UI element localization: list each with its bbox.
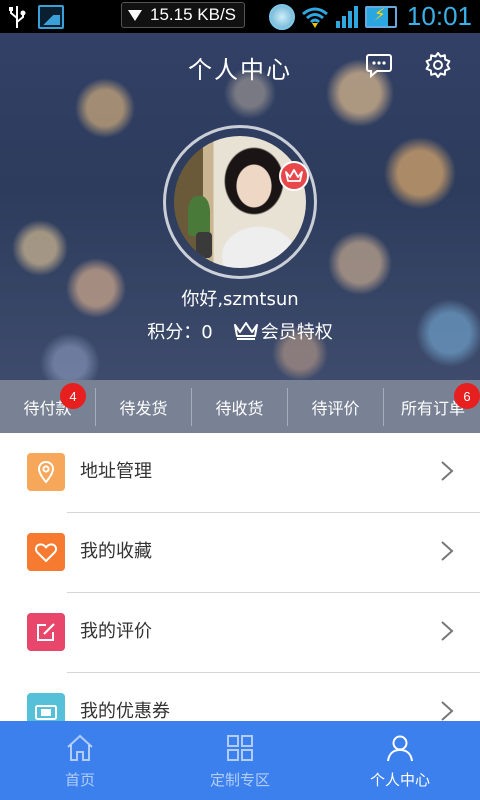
chevron-right-icon (441, 461, 454, 481)
menu-item-favorites[interactable]: 我的收藏 (0, 513, 480, 593)
location-pin-icon (27, 453, 65, 491)
tab-pending-payment[interactable]: 待付款 4 (0, 380, 95, 433)
profile-header: 个人中心 你好,szmtsun 积分：0 会员特权 (0, 33, 480, 380)
nav-label: 个人中心 (369, 771, 430, 789)
menu-item-reviews[interactable]: 我的评价 (0, 593, 480, 673)
gear-icon (425, 52, 451, 78)
nav-label: 定制专区 (209, 771, 270, 789)
chat-bubble-icon (366, 54, 392, 79)
order-status-bar: 待付款 4 待发货 待收货 待评价 所有订单 6 (0, 380, 480, 433)
points-row: 积分：0 会员特权 (0, 318, 480, 344)
status-bar: 15.15 KB/S 10:01 (0, 0, 480, 33)
status-left (6, 4, 64, 30)
tab-pending-shipment[interactable]: 待发货 (96, 380, 191, 433)
gallery-icon (38, 5, 64, 29)
wifi-icon (301, 7, 328, 28)
usb-icon (9, 6, 26, 28)
tab-pending-receipt[interactable]: 待收货 (192, 380, 287, 433)
menu-item-label: 我的收藏 (80, 541, 152, 562)
tab-label: 待评价 (311, 398, 360, 418)
menu-item-label: 地址管理 (80, 461, 152, 482)
bottom-navigation: 首页 定制专区 个人中心 (0, 721, 480, 800)
message-button[interactable] (365, 51, 393, 79)
home-icon (67, 734, 93, 761)
nav-custom-zone[interactable]: 定制专区 (160, 721, 320, 800)
clock-time: 10:01 (406, 1, 472, 31)
vip-label: 会员特权 (260, 322, 333, 343)
nav-label: 首页 (64, 771, 95, 789)
crown-icon (285, 169, 303, 182)
avatar[interactable] (174, 136, 306, 268)
vip-crown-badge (279, 161, 309, 191)
username-greeting: 你好,szmtsun (181, 289, 299, 310)
user-icon (387, 735, 413, 762)
tab-label: 待收货 (215, 398, 264, 418)
nav-profile[interactable]: 个人中心 (320, 721, 480, 800)
menu-list: 地址管理 我的收藏 我的评价 我的优惠券 (0, 433, 480, 753)
vip-privileges-link[interactable]: 会员特权 (233, 318, 333, 344)
battery-icon (364, 5, 397, 28)
crown-outline-icon (233, 322, 258, 340)
count-badge: 6 (454, 383, 480, 409)
chevron-right-icon (441, 621, 454, 641)
settings-button[interactable] (424, 51, 452, 79)
edit-icon (27, 613, 65, 651)
menu-item-address[interactable]: 地址管理 (0, 433, 480, 513)
chevron-right-icon (441, 701, 454, 721)
count-badge: 4 (60, 383, 86, 409)
menu-item-label: 我的评价 (80, 621, 152, 642)
grid-icon (227, 735, 253, 761)
net-speed: 15.15 KB/S (121, 2, 246, 28)
tab-label: 待发货 (119, 398, 168, 418)
heart-icon (27, 533, 65, 571)
net-speed-text: 15.15 KB/S (150, 5, 237, 24)
signal-icon (335, 5, 358, 28)
points-text: 积分：0 (147, 322, 213, 343)
wifi-down-icon (128, 9, 142, 21)
tab-pending-review[interactable]: 待评价 (288, 380, 383, 433)
tab-all-orders[interactable]: 所有订单 6 (384, 380, 480, 433)
chevron-right-icon (441, 541, 454, 561)
page-title: 个人中心 (188, 56, 292, 84)
alarm-clock-icon (268, 3, 295, 30)
nav-home[interactable]: 首页 (0, 721, 160, 800)
status-right: 10:01 (268, 1, 472, 32)
